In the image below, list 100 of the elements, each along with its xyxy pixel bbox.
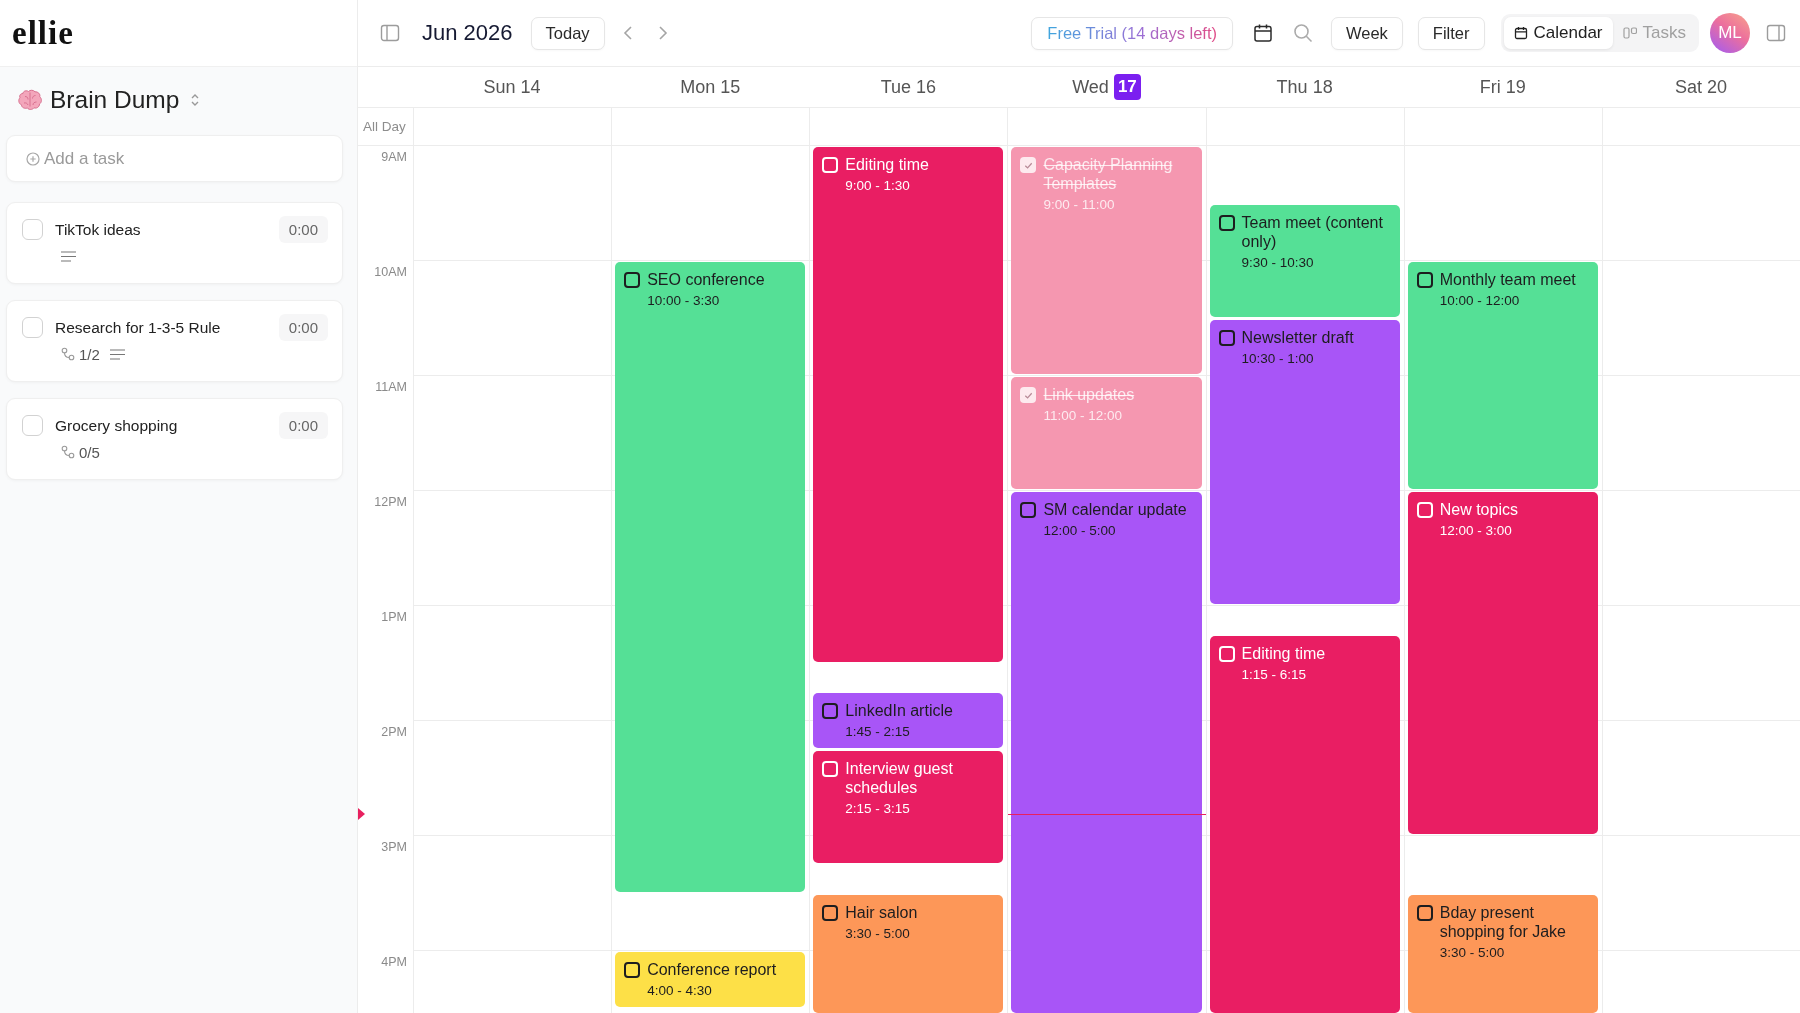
day-name: Thu (1276, 76, 1308, 98)
task-card[interactable]: Research for 1-3-5 Rule 1/2 0:00 (6, 300, 343, 382)
event-title: Hair salon (845, 902, 918, 922)
today-button[interactable]: Today (530, 16, 605, 50)
event-title: Newsletter draft (1241, 327, 1354, 347)
day-name: Wed (1072, 76, 1109, 98)
calendar-event[interactable]: Editing time 9:00 - 1:30 (813, 147, 1004, 662)
calendar-event[interactable]: SM calendar update 12:00 - 5:00 (1011, 492, 1202, 1013)
task-card[interactable]: Grocery shopping 0/5 0:00 (6, 398, 343, 480)
task-card[interactable]: TikTok ideas 0:00 (6, 202, 343, 284)
day-number: 14 (520, 76, 541, 99)
event-checkbox[interactable] (1020, 387, 1037, 403)
event-title: Bday present shopping for Jake (1439, 902, 1567, 941)
all-day-label: All Day (363, 119, 406, 134)
event-checkbox[interactable] (1416, 904, 1433, 921)
event-checkbox[interactable] (1218, 329, 1235, 346)
event-time: 3:30 - 5:00 (1439, 943, 1506, 961)
week-view-button[interactable]: Week (1330, 16, 1403, 50)
add-task-field[interactable]: Add a task (6, 135, 343, 182)
event-checkbox[interactable] (1416, 272, 1433, 288)
event-time: 1:45 - 2:15 (845, 723, 911, 741)
event-time: 12:00 - 3:00 (1439, 522, 1513, 539)
day-number: 20 (1706, 76, 1727, 99)
event-time: 1:15 - 6:15 (1241, 665, 1308, 683)
calendar-event[interactable]: Bday present shopping for Jake 3:30 - 5:00 (1407, 894, 1598, 1013)
event-title: Editing time (845, 155, 929, 174)
calendar-event[interactable]: New topics 12:00 - 3:00 (1407, 492, 1598, 834)
duration-badge: 0:00 (278, 314, 328, 341)
task-title: Grocery shopping (55, 416, 179, 436)
event-checkbox[interactable] (624, 962, 641, 978)
hour-label: 1PM (381, 609, 407, 625)
hour-label: 9AM (381, 149, 407, 165)
day-number: 17 (1113, 74, 1141, 100)
day-name: Fri (1479, 76, 1501, 98)
event-title: Link updates (1043, 385, 1135, 404)
app-logo: ellie (12, 16, 74, 50)
chevron-right-icon[interactable] (657, 25, 668, 41)
chevron-left-icon[interactable] (622, 25, 633, 41)
sidebar-left-icon[interactable] (380, 23, 400, 43)
task-checkbox[interactable] (22, 317, 43, 338)
calendar-event[interactable]: Team meet (content only) 9:30 - 10:30 (1209, 204, 1400, 317)
event-checkbox[interactable] (624, 272, 641, 288)
free-trial-button[interactable]: Free Trial (14 days left) (1031, 16, 1233, 50)
event-title: SM calendar update (1043, 500, 1187, 519)
calendar-event[interactable]: Conference report 4:00 - 4:30 (615, 952, 806, 1007)
plus-circle-icon (26, 151, 40, 166)
calendar-event[interactable]: Monthly team meet 10:00 - 12:00 (1407, 262, 1598, 489)
event-time: 10:00 - 3:30 (647, 292, 721, 309)
event-time: 12:00 - 5:00 (1043, 522, 1117, 539)
view-tab[interactable]: Calendar (1503, 17, 1613, 49)
calendar-event[interactable]: Newsletter draft 10:30 - 1:00 (1209, 319, 1400, 604)
day-name: Tue (880, 76, 911, 98)
event-time: 4:00 - 4:30 (647, 982, 713, 999)
day-number: 16 (916, 76, 937, 99)
event-checkbox[interactable] (1020, 157, 1037, 173)
hour-label: 3PM (381, 839, 407, 855)
hour-label: 12PM (374, 494, 407, 510)
calendar-event[interactable]: Interview guest schedules 2:15 - 3:15 (813, 750, 1004, 863)
event-time: 9:00 - 11:00 (1043, 196, 1116, 213)
event-title: New topics (1439, 500, 1518, 519)
event-time: 11:00 - 12:00 (1043, 407, 1123, 424)
sidebar-right-icon[interactable] (1766, 23, 1786, 43)
hour-label: 4PM (381, 954, 407, 970)
month-title: Jun 2026 (422, 20, 513, 46)
chevron-updown-icon (190, 92, 201, 108)
task-title: Research for 1-3-5 Rule (55, 318, 222, 338)
day-name: Sun (483, 76, 516, 98)
route-icon (61, 347, 75, 361)
event-title: Interview guest schedules (845, 758, 954, 797)
event-time: 2:15 - 3:15 (845, 799, 911, 817)
filter-button[interactable]: Filter (1417, 16, 1485, 50)
event-time: 9:30 - 10:30 (1241, 253, 1315, 271)
list-selector[interactable]: Brain Dump (6, 81, 201, 119)
calendar-icon[interactable] (1252, 23, 1273, 43)
event-title: Editing time (1241, 643, 1326, 663)
task-checkbox[interactable] (22, 219, 43, 240)
search-icon[interactable] (1292, 23, 1313, 43)
event-title: Conference report (647, 960, 777, 979)
calendar-event[interactable]: SEO conference 10:00 - 3:30 (615, 262, 806, 892)
event-title: LinkedIn article (845, 701, 953, 721)
event-time: 10:00 - 12:00 (1439, 292, 1521, 309)
hour-label: 11AM (375, 379, 407, 395)
event-title: Capacity Planning Templates (1043, 155, 1174, 193)
task-title: TikTok ideas (55, 220, 142, 240)
day-number: 15 (720, 76, 741, 99)
event-checkbox[interactable] (822, 703, 839, 720)
route-icon (61, 445, 75, 459)
task-checkbox[interactable] (22, 415, 43, 436)
event-title: Monthly team meet (1439, 270, 1576, 289)
event-checkbox[interactable] (822, 904, 839, 921)
day-name: Sat (1674, 76, 1702, 98)
event-title: SEO conference (647, 270, 765, 289)
event-time: 10:30 - 1:00 (1241, 349, 1315, 367)
event-checkbox[interactable] (1020, 502, 1037, 518)
calendar-event[interactable]: Editing time 1:15 - 6:15 (1209, 635, 1400, 1013)
calendar-event[interactable]: LinkedIn article 1:45 - 2:15 (813, 693, 1004, 748)
brain-icon (17, 89, 43, 111)
calendar-event[interactable]: Hair salon 3:30 - 5:00 (813, 894, 1004, 1013)
hour-label: 2PM (381, 724, 407, 740)
event-checkbox[interactable] (1218, 214, 1235, 231)
